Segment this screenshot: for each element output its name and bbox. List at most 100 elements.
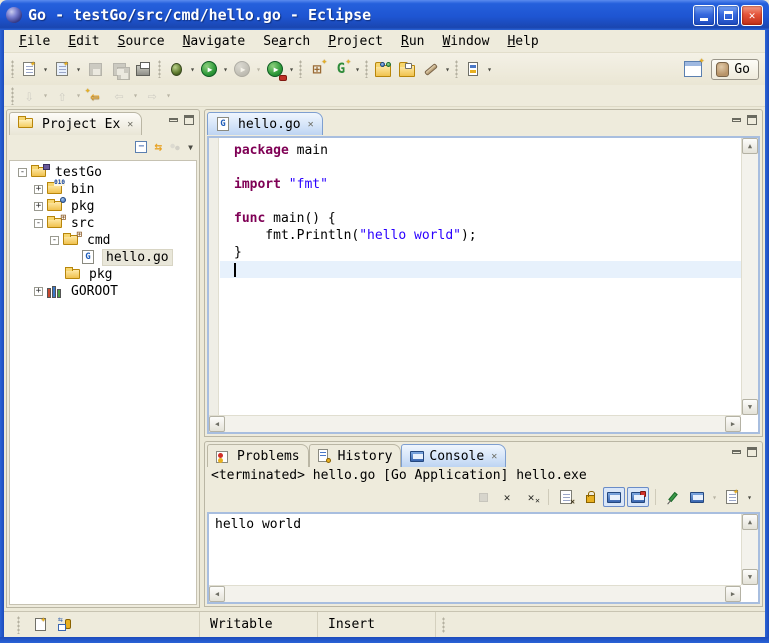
scroll-right-button[interactable]: ▶ — [725, 586, 741, 602]
annotation-ruler[interactable] — [209, 138, 219, 415]
tree-item-cmd[interactable]: - ⊞ cmd — [10, 232, 196, 249]
collapse-expander-icon[interactable]: - — [18, 168, 27, 177]
new-wizard-dropdown[interactable]: ▾ — [41, 65, 50, 74]
toolbar-grip[interactable] — [11, 60, 14, 78]
toolbar-grip[interactable] — [158, 60, 161, 78]
menu-project[interactable]: Project — [319, 32, 392, 51]
expand-expander-icon[interactable]: + — [34, 185, 43, 194]
clear-console-button[interactable]: ✕ — [555, 487, 577, 507]
minimize-view-button[interactable] — [169, 118, 178, 122]
new-go-project-button[interactable]: ⊞✦ — [305, 57, 329, 81]
statusbar-grip[interactable] — [17, 616, 20, 634]
close-editor-tab-icon[interactable]: ✕ — [308, 119, 314, 130]
menu-search[interactable]: Search — [254, 32, 319, 51]
close-console-tab-icon[interactable]: ✕ — [491, 451, 497, 462]
menu-edit[interactable]: Edit — [59, 32, 108, 51]
tree-item-goroot[interactable]: + GOROOT — [10, 283, 196, 300]
tab-console[interactable]: Console ✕ — [401, 444, 506, 467]
statusbar-grip[interactable] — [442, 617, 445, 633]
tab-project-explorer[interactable]: Project Ex ✕ — [9, 112, 142, 135]
maximize-editor-button[interactable] — [747, 115, 757, 125]
fast-view-icon[interactable]: ✦ — [35, 618, 46, 631]
scroll-right-button[interactable]: ▶ — [725, 416, 741, 432]
toolbar-grip[interactable] — [455, 60, 458, 78]
external-tools-dropdown[interactable]: ▾ — [287, 65, 296, 74]
scroll-up-button[interactable]: ▲ — [742, 514, 758, 530]
tree-item-bin[interactable]: + 010 bin — [10, 181, 196, 198]
close-window-button[interactable]: ✕ — [741, 5, 763, 26]
tab-problems[interactable]: Problems — [207, 444, 309, 467]
toolbar-grip[interactable] — [365, 60, 368, 78]
scroll-lock-button[interactable] — [579, 487, 601, 507]
remove-launch-button[interactable]: ✕ — [496, 487, 518, 507]
console-vertical-scrollbar[interactable]: ▲ ▼ — [741, 514, 758, 585]
tree-item-src[interactable]: - ⊞ src — [10, 215, 196, 232]
open-perspective-button[interactable]: ✦ — [681, 57, 705, 81]
code-area[interactable]: package main import "fmt" func main() { … — [220, 138, 741, 415]
maximize-view-button[interactable] — [184, 115, 194, 125]
minimize-console-button[interactable] — [732, 450, 741, 454]
run-dropdown[interactable]: ▾ — [221, 65, 230, 74]
new-project-button[interactable]: ✦ — [50, 57, 74, 81]
show-console-on-error-button[interactable] — [627, 487, 649, 507]
open-console-dropdown[interactable]: ▾ — [745, 493, 754, 502]
new-go-element-button[interactable]: G✦ — [329, 57, 353, 81]
link-with-editor-button[interactable]: ⇆ — [154, 140, 162, 155]
search-dropdown[interactable]: ▾ — [443, 65, 452, 74]
tab-hello-go[interactable]: G hello.go ✕ — [207, 112, 323, 135]
minimized-view-stack-icon[interactable]: ⇆ — [58, 618, 71, 631]
remove-all-terminated-button[interactable]: ✕ — [520, 487, 542, 507]
new-project-dropdown[interactable]: ▾ — [74, 65, 83, 74]
menu-run[interactable]: Run — [392, 32, 433, 51]
console-horizontal-scrollbar[interactable]: ◀ ▶ — [209, 585, 741, 602]
open-console-button[interactable]: ✦ — [721, 487, 743, 507]
external-tools-button[interactable]: ▶ — [263, 57, 287, 81]
collapse-all-button[interactable]: − — [135, 141, 147, 153]
console-output-text[interactable]: hello world — [211, 514, 741, 585]
scroll-up-button[interactable]: ▲ — [742, 138, 758, 154]
tree-item-pkg[interactable]: + pkg — [10, 198, 196, 215]
minimize-editor-button[interactable] — [732, 118, 741, 122]
menu-file[interactable]: File — [10, 32, 59, 51]
show-console-on-output-button[interactable] — [603, 487, 625, 507]
maximize-window-button[interactable] — [717, 5, 739, 26]
editor-horizontal-scrollbar[interactable]: ◀ ▶ — [209, 415, 741, 432]
toolbar-grip[interactable] — [299, 60, 302, 78]
scroll-down-button[interactable]: ▼ — [742, 399, 758, 415]
new-wizard-button[interactable]: ✦ — [17, 57, 41, 81]
menu-source[interactable]: Source — [109, 32, 174, 51]
annotation-navigation-button[interactable] — [461, 57, 485, 81]
last-edit-location-button[interactable]: ⇦✦ — [83, 86, 107, 106]
expand-expander-icon[interactable]: + — [34, 202, 43, 211]
tree-item-testgo[interactable]: - testGo — [10, 164, 196, 181]
open-resource-button[interactable] — [395, 57, 419, 81]
print-button[interactable] — [131, 57, 155, 81]
tree-item-pkg-src[interactable]: pkg — [10, 266, 196, 283]
annotation-navigation-dropdown[interactable]: ▾ — [485, 65, 494, 74]
collapse-expander-icon[interactable]: - — [50, 236, 59, 245]
view-menu-button[interactable]: ▼ — [188, 143, 193, 152]
minimize-window-button[interactable] — [693, 5, 715, 26]
menu-help[interactable]: Help — [498, 32, 547, 51]
run-button[interactable]: ▶ — [197, 57, 221, 81]
close-explorer-tab-icon[interactable]: ✕ — [127, 119, 133, 130]
scroll-down-button[interactable]: ▼ — [742, 569, 758, 585]
editor-vertical-scrollbar[interactable]: ▲ ▼ — [741, 138, 758, 415]
maximize-console-button[interactable] — [747, 447, 757, 457]
display-selected-console-button[interactable] — [686, 487, 708, 507]
debug-button[interactable] — [164, 57, 188, 81]
go-perspective-button[interactable]: Go — [711, 59, 759, 80]
search-button[interactable] — [419, 57, 443, 81]
new-go-element-dropdown[interactable]: ▾ — [353, 65, 362, 74]
menu-window[interactable]: Window — [433, 32, 498, 51]
open-type-button[interactable] — [371, 57, 395, 81]
tree-item-hello-go[interactable]: G hello.go — [10, 249, 196, 266]
tab-history[interactable]: History — [309, 444, 402, 467]
scroll-left-button[interactable]: ◀ — [209, 586, 225, 602]
pin-console-button[interactable] — [662, 487, 684, 507]
scroll-left-button[interactable]: ◀ — [209, 416, 225, 432]
collapse-expander-icon[interactable]: - — [34, 219, 43, 228]
toolbar-grip[interactable] — [11, 87, 14, 105]
expand-expander-icon[interactable]: + — [34, 287, 43, 296]
menu-navigate[interactable]: Navigate — [174, 32, 255, 51]
